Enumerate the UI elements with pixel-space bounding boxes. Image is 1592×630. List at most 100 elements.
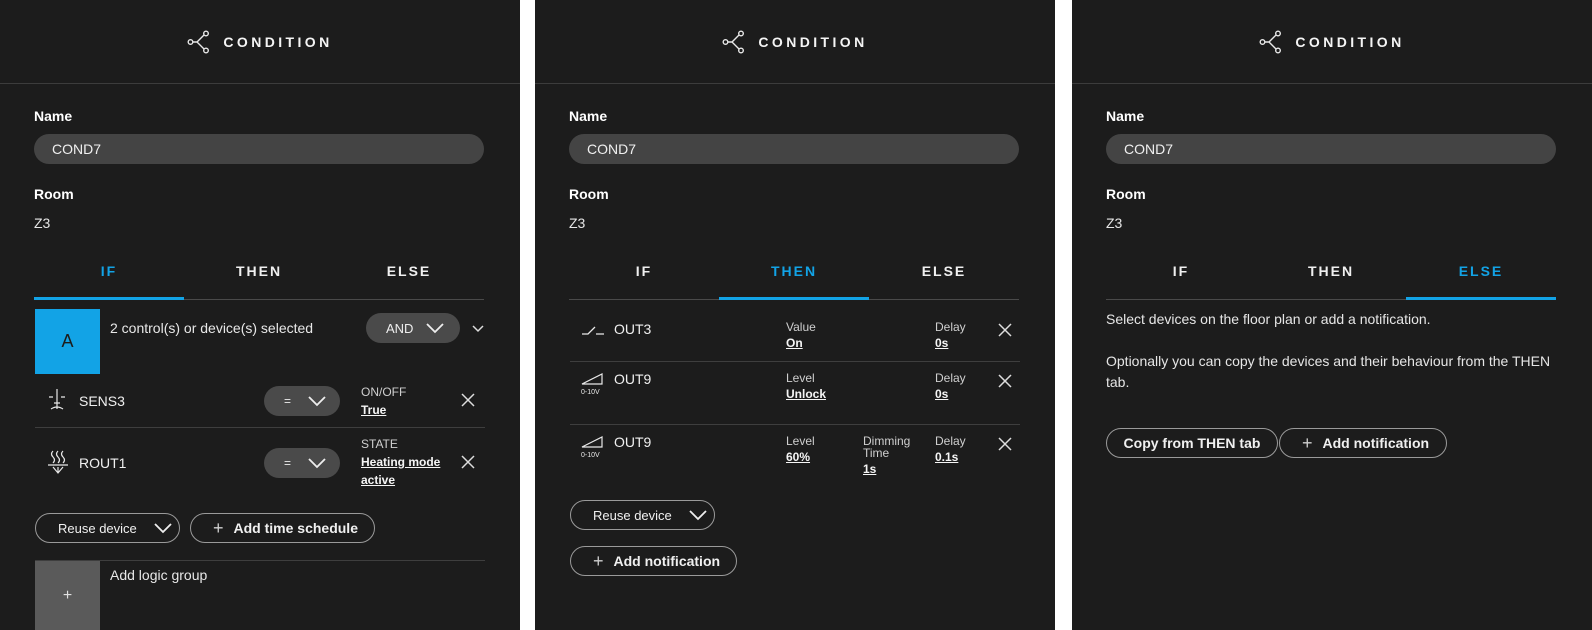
tab-bar: IF THEN ELSE [34,256,484,300]
add-time-schedule-button[interactable]: + Add time schedule [190,513,375,543]
param-value-link[interactable]: On [786,334,803,352]
copy-from-then-label: Copy from THEN tab [1123,435,1261,451]
name-input[interactable] [34,134,484,164]
logic-operator-select[interactable]: AND [366,313,460,343]
device-name: ROUT1 [79,455,127,471]
dimmer-0-10v-icon: 0-10V [581,435,605,459]
add-notification-label: Add notification [613,553,721,569]
logic-operator-value: AND [386,320,414,336]
icon-text: 0-10V [581,389,600,396]
room-label: Room [34,186,74,202]
panel-title: CONDITION [1295,33,1405,50]
collapse-chevron-icon[interactable] [472,325,484,333]
tab-then[interactable]: THEN [719,256,869,300]
comparison-operator-select[interactable]: = [264,386,340,416]
room-value: Z3 [34,215,51,231]
dimming-time-label-line2: Time [863,446,890,460]
param-value-link-line2[interactable]: active [361,471,395,489]
logic-group-tile[interactable]: A [35,309,100,374]
plus-icon: + [593,550,604,571]
dimming-time-value-link[interactable]: 1s [863,460,876,478]
reuse-device-label: Reuse device [593,507,672,523]
param-value-link[interactable]: 60% [786,448,810,466]
tab-else[interactable]: ELSE [334,256,484,299]
tab-if[interactable]: IF [1106,256,1256,299]
remove-device-icon[interactable] [997,322,1013,338]
tab-else[interactable]: ELSE [869,256,1019,299]
comparison-operator-value: = [284,394,292,408]
tab-then[interactable]: THEN [184,256,334,299]
comparison-operator-select[interactable]: = [264,448,340,478]
name-label: Name [1106,108,1145,124]
add-notification-button[interactable]: + Add notification [570,546,737,576]
tab-else[interactable]: ELSE [1406,256,1556,300]
param-label: Level [786,371,815,385]
delay-value-link[interactable]: 0s [935,334,948,352]
device-name: OUT9 [614,434,652,450]
room-label: Room [1106,186,1146,202]
delay-value-link[interactable]: 0.1s [935,448,958,466]
else-copy-hint-line2: tab. [1106,374,1130,390]
add-notification-button[interactable]: + Add notification [1279,428,1447,458]
param-value-link[interactable]: Unlock [786,385,826,403]
add-logic-group-tile[interactable]: + [35,561,100,630]
row-divider [570,424,1020,425]
param-label: STATE [361,437,398,451]
section-divider [35,560,485,561]
condition-branch-icon [722,30,745,54]
panel-header: CONDITION [535,0,1055,84]
device-name: OUT9 [614,371,652,387]
device-name: OUT3 [614,321,652,337]
room-value: Z3 [1106,215,1123,231]
else-info-text: Select devices on the floor plan or add … [1106,311,1431,327]
delay-label: Delay [935,434,966,448]
param-label: Value [786,320,816,334]
condition-panel-then: CONDITION Name Room Z3 IF THEN ELSE OUT3… [535,0,1055,630]
name-input[interactable] [1106,134,1556,164]
name-label: Name [569,108,608,124]
panel-title: CONDITION [758,33,868,50]
row-divider [35,427,485,428]
panel-title: CONDITION [223,33,333,50]
heating-cooling-icon [48,450,68,474]
remove-device-icon[interactable] [997,436,1013,452]
condition-branch-icon [187,30,210,54]
room-label: Room [569,186,609,202]
condition-branch-icon [1259,30,1282,54]
comparison-operator-value: = [284,456,292,470]
tab-bar: IF THEN ELSE [1106,256,1556,300]
add-time-schedule-label: Add time schedule [233,520,358,536]
dimmer-0-10v-icon: 0-10V [581,372,605,396]
remove-device-icon[interactable] [460,454,476,470]
add-notification-label: Add notification [1322,435,1430,451]
chevron-down-icon [689,510,707,521]
tab-bar: IF THEN ELSE [569,256,1019,300]
tab-if[interactable]: IF [34,256,184,300]
reuse-device-dropdown[interactable]: Reuse device [35,513,180,543]
panel-header: CONDITION [1072,0,1592,84]
panel-header: CONDITION [0,0,520,84]
name-label: Name [34,108,73,124]
delay-value-link[interactable]: 0s [935,385,948,403]
tab-then[interactable]: THEN [1256,256,1406,299]
chevron-down-icon [154,523,172,534]
plus-icon: + [1302,432,1313,453]
add-logic-group-label[interactable]: Add logic group [110,567,207,583]
tab-if[interactable]: IF [569,256,719,299]
device-name: SENS3 [79,393,125,409]
sensor-icon [49,389,65,410]
condition-panel-else: CONDITION Name Room Z3 IF THEN ELSE Sele… [1072,0,1592,630]
remove-device-icon[interactable] [997,373,1013,389]
param-value-link[interactable]: True [361,401,386,419]
copy-from-then-button[interactable]: Copy from THEN tab [1106,428,1278,458]
chevron-down-icon [308,396,326,407]
icon-text: 0-10V [581,452,600,459]
plus-icon: + [62,586,73,604]
param-value-link[interactable]: Heating mode [361,453,440,471]
name-input[interactable] [569,134,1019,164]
chevron-down-icon [426,323,445,334]
remove-device-icon[interactable] [460,392,476,408]
group-summary: 2 control(s) or device(s) selected [110,320,314,336]
param-label: Level [786,434,815,448]
reuse-device-dropdown[interactable]: Reuse device [570,500,715,530]
